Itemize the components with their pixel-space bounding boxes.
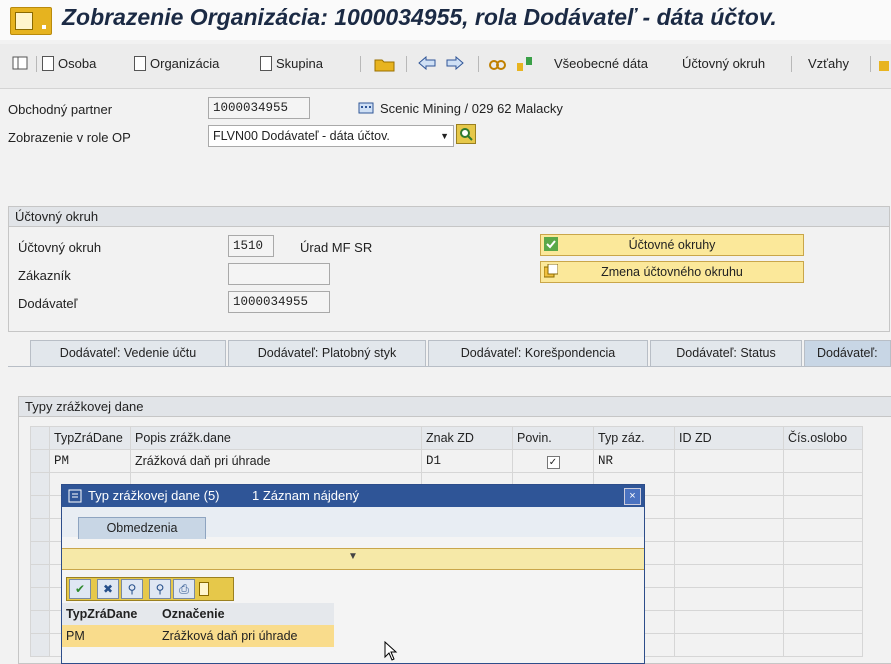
cell-znak[interactable]: D1 <box>421 449 513 473</box>
dialog-hit-count: 1 Záznam nájdený <box>252 488 359 503</box>
chevron-down-icon: ▼ <box>440 131 449 141</box>
mouse-cursor-icon <box>384 641 398 661</box>
more-icon[interactable] <box>878 56 890 72</box>
value-help-dialog: Typ zrážkovej dane (5) 1 Záznam nájdený … <box>61 484 645 664</box>
col-popis[interactable]: Popis zrážk.dane <box>130 426 422 450</box>
find-next-icon[interactable]: ⚲ <box>149 579 171 599</box>
relationship-icon[interactable] <box>516 56 534 72</box>
col-id[interactable]: ID ZD <box>674 426 784 450</box>
vztahy-button[interactable]: Vzťahy <box>808 56 849 71</box>
print-icon[interactable]: ⎙ <box>173 579 195 599</box>
osoba-button[interactable]: Osoba <box>42 56 96 71</box>
vendor-label: Dodávateľ <box>18 296 78 311</box>
tab-platobny-styk[interactable]: Dodávateľ: Platobný styk <box>228 340 426 366</box>
cancel-icon[interactable]: ✖ <box>97 579 119 599</box>
col-typzaz[interactable]: Typ záz. <box>593 426 675 450</box>
switch-role-button[interactable] <box>456 124 476 144</box>
open-folder-icon[interactable] <box>374 56 396 72</box>
company-code-description: Úrad MF SR <box>300 240 373 255</box>
col-typ[interactable]: TypZráDane <box>49 426 131 450</box>
window-title: Zobrazenie Organizácia: 1000034955, rola… <box>62 4 777 30</box>
col-cis[interactable]: Čís.oslobo <box>783 426 863 450</box>
tab-obmedzenia[interactable]: Obmedzenia <box>78 517 206 539</box>
dialog-title-bar: Typ zrážkovej dane (5) 1 Záznam nájdený … <box>62 485 644 507</box>
new-document-icon <box>134 56 146 71</box>
application-toolbar: Osoba Organizácia Skupina Všeobecné dáta… <box>0 44 891 89</box>
company-code-group-title: Účtovný okruh <box>9 207 889 227</box>
new-document-icon <box>42 56 54 71</box>
company-code-label: Účtovný okruh <box>18 240 102 255</box>
search-icon <box>460 128 473 141</box>
tab-status[interactable]: Dodávateľ: Status <box>650 340 802 366</box>
title-bar: Zobrazenie Organizácia: 1000034955, rola… <box>0 0 891 40</box>
cell-popis: Zrážková daň pri úhrade <box>130 449 422 473</box>
dialog-toolbar: ✔ ✖ ⚲ ⚲ ⎙ <box>66 577 234 601</box>
partner-field[interactable]: 1000034955 <box>208 97 310 119</box>
dialog-cell-typ[interactable]: PM <box>66 629 85 643</box>
role-dropdown[interactable]: FLVN00 Dodávateľ - dáta účtov. ▼ <box>208 125 454 147</box>
partner-description: Scenic Mining / 029 62 Malacky <box>380 101 563 116</box>
dialog-icon <box>68 489 82 503</box>
company-code-field[interactable]: 1510 <box>228 235 274 257</box>
where-used-icon[interactable] <box>488 56 506 72</box>
cell-cis[interactable] <box>783 449 863 473</box>
vseobecne-data-button[interactable]: Všeobecné dáta <box>554 56 648 71</box>
back-arrow-icon[interactable] <box>418 56 436 70</box>
menu-dropdown-icon[interactable] <box>199 582 209 596</box>
organizacia-button[interactable]: Organizácia <box>134 56 219 71</box>
wht-group-title: Typy zrážkovej dane <box>19 397 891 417</box>
dialog-list-row[interactable]: PM Zrážková daň pri úhrade <box>62 625 334 647</box>
table-row[interactable]: PM Zrážková daň pri úhrade D1 ✓ NR <box>30 449 863 473</box>
organization-icon <box>358 100 374 117</box>
close-icon[interactable]: × <box>624 488 641 505</box>
col-znak[interactable]: Znak ZD <box>421 426 513 450</box>
customer-field[interactable] <box>228 263 330 285</box>
select-all-cell[interactable] <box>30 426 50 450</box>
cell-id[interactable] <box>674 449 784 473</box>
tab-dodavatel-active[interactable]: Dodávateľ: <box>804 340 891 366</box>
company-codes-button[interactable]: Účtovné okruhy <box>540 234 804 256</box>
role-label: Zobrazenie v role OP <box>8 130 131 145</box>
layout-toggle-icon[interactable] <box>12 56 28 70</box>
chevron-down-icon: ▼ <box>348 551 358 562</box>
checkbox[interactable]: ✓ <box>546 455 560 469</box>
uctovny-okruh-button[interactable]: Účtovný okruh <box>682 56 765 71</box>
cell-typ[interactable]: PM <box>49 449 131 473</box>
cell-typzaz[interactable]: NR <box>593 449 675 473</box>
row-selector[interactable] <box>30 449 50 473</box>
dialog-title: Typ zrážkovej dane (5) <box>88 488 220 503</box>
dialog-col-typ[interactable]: TypZráDane <box>66 607 137 621</box>
restrictions-toggle-bar[interactable]: ▼ <box>62 548 644 570</box>
forward-arrow-icon[interactable] <box>446 56 464 70</box>
tab-korespondencia[interactable]: Dodávateľ: Korešpondencia <box>428 340 648 366</box>
dialog-list-header: TypZráDane Označenie <box>62 603 334 625</box>
skupina-button[interactable]: Skupina <box>260 56 323 71</box>
vendor-field[interactable]: 1000034955 <box>228 291 330 313</box>
dialog-col-oznacenie[interactable]: Označenie <box>162 607 225 621</box>
confirm-check-icon[interactable]: ✔ <box>69 579 91 599</box>
col-povin[interactable]: Povin. <box>512 426 594 450</box>
wht-header-row: TypZráDane Popis zrážk.dane Znak ZD Povi… <box>30 426 863 450</box>
tab-vedenie-uctu[interactable]: Dodávateľ: Vedenie účtu <box>30 340 226 366</box>
partner-label: Obchodný partner <box>8 102 113 117</box>
find-icon[interactable]: ⚲ <box>121 579 143 599</box>
customer-label: Zákazník <box>18 268 71 283</box>
sap-system-menu-button[interactable] <box>10 7 52 35</box>
dialog-cell-oznacenie[interactable]: Zrážková daň pri úhrade <box>162 629 298 643</box>
cell-povin[interactable]: ✓ <box>512 449 594 473</box>
change-company-code-button[interactable]: Zmena účtovného okruhu <box>540 261 804 283</box>
new-document-icon <box>260 56 272 71</box>
